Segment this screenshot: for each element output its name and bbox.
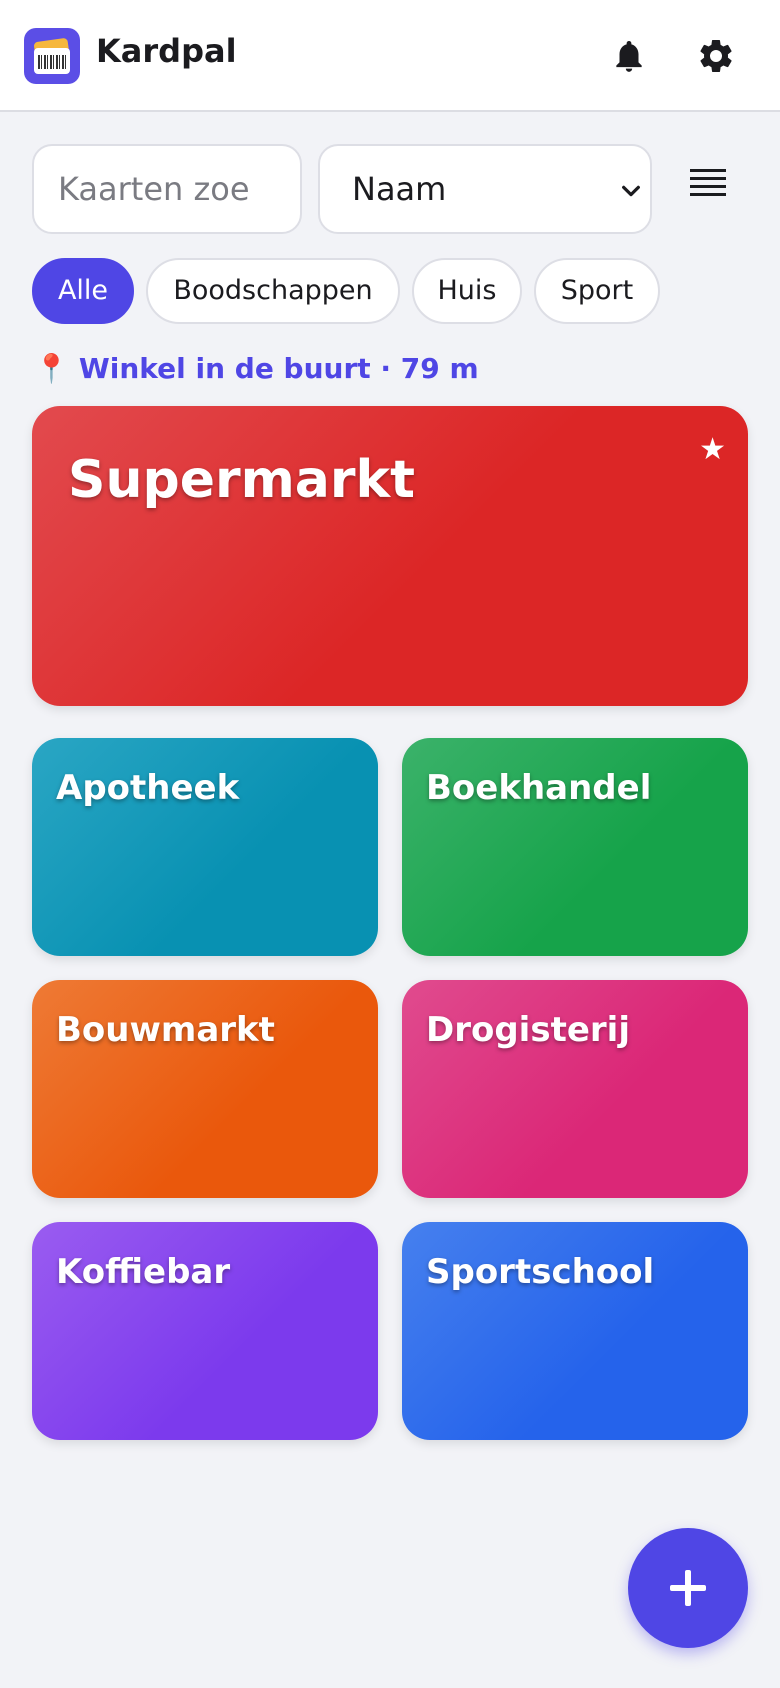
filter-chip-huis[interactable]: Huis [412, 258, 522, 324]
card-boekhandel[interactable]: Boekhandel [402, 738, 748, 956]
card-sportschool[interactable]: Sportschool [402, 1222, 748, 1440]
list-view-icon[interactable] [690, 168, 726, 198]
card-name: Apotheek [56, 768, 240, 808]
nearby-store-text: Winkel in de buurt · 79 m [78, 352, 479, 385]
top-bar: Kardpal [0, 0, 780, 112]
filter-chip-alle[interactable]: Alle [32, 258, 134, 324]
card-drogisterij[interactable]: Drogisterij [402, 980, 748, 1198]
gear-icon[interactable] [696, 36, 736, 76]
nearby-store[interactable]: 📍 Winkel in de buurt · 79 m [34, 352, 479, 385]
card-apotheek[interactable]: Apotheek [32, 738, 378, 956]
featured-card-supermarkt[interactable]: Supermarkt ★ [32, 406, 748, 706]
card-koffiebar[interactable]: Koffiebar [32, 1222, 378, 1440]
card-name: Bouwmarkt [56, 1010, 275, 1050]
app-title: Kardpal [96, 32, 237, 70]
sort-select[interactable]: Naam [318, 144, 652, 234]
plus-icon [670, 1570, 706, 1606]
card-name: Supermarkt [68, 450, 415, 510]
card-bouwmarkt[interactable]: Bouwmarkt [32, 980, 378, 1198]
filter-chip-boodschappen[interactable]: Boodschappen [146, 258, 400, 324]
filter-chip-sport[interactable]: Sport [534, 258, 660, 324]
card-name: Koffiebar [56, 1252, 231, 1292]
card-name: Drogisterij [426, 1010, 630, 1050]
location-pin-icon: 📍 [34, 352, 69, 385]
star-icon: ★ [699, 432, 726, 467]
sort-selected-value: Naam [352, 170, 447, 208]
bell-icon[interactable] [610, 36, 648, 76]
chevron-down-icon [622, 185, 640, 197]
app-logo-icon [24, 28, 80, 84]
add-card-button[interactable] [628, 1528, 748, 1648]
search-input[interactable] [32, 144, 302, 234]
card-name: Sportschool [426, 1252, 655, 1292]
card-name: Boekhandel [426, 768, 652, 808]
